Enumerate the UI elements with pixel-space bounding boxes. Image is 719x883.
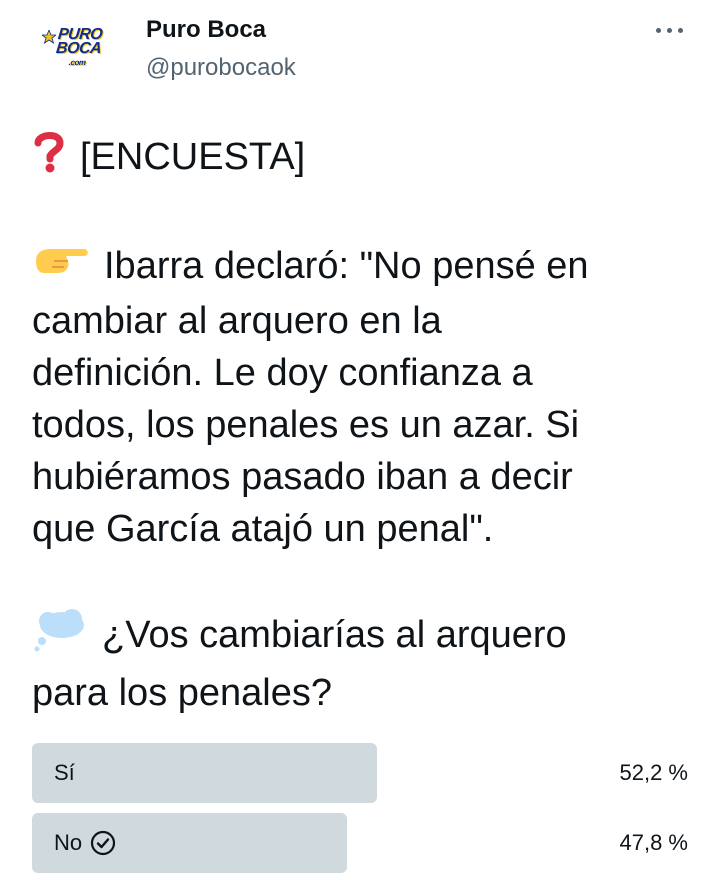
text-line: Ibarra declaró: "No pensé en [32, 240, 692, 295]
author-handle[interactable]: @purobocaok [146, 54, 296, 82]
more-options-icon[interactable] [649, 18, 689, 42]
text-line: hubiéramos pasado iban a decir [32, 455, 573, 498]
poll-option-label: Sí [54, 743, 75, 803]
poll-option-percent: 52,2 % [619, 760, 689, 785]
logo-line-2: BOCA [55, 40, 103, 57]
poll-option-label: No [54, 813, 116, 873]
text-line: [ENCUESTA] [32, 130, 692, 188]
backhand-index-pointing-right-icon [32, 241, 90, 295]
logo-line-3: .com [68, 58, 87, 67]
author-name[interactable]: Puro Boca [146, 16, 266, 44]
text-line: definición. Le doy confianza a [32, 351, 533, 394]
tweet-text: [ENCUESTA] Ibarra declaró: "No pensé en … [32, 130, 692, 719]
poll: Sí 52,2 % No 47,8 % [32, 743, 692, 883]
text-line-content: ¿Vos cambiarías al arquero [102, 614, 567, 656]
poll-option[interactable]: Sí 52,2 % [32, 743, 692, 803]
check-circle-icon [90, 830, 116, 856]
thought-balloon-icon [32, 607, 88, 667]
text-line: para los penales? [32, 671, 332, 714]
text-line-content: [ENCUESTA] [80, 136, 306, 179]
text-line: que García atajó un penal". [32, 507, 494, 550]
text-line: todos, los penales es un azar. Si [32, 403, 580, 446]
logo-star-icon [42, 30, 56, 44]
avatar-logo: PURO BOCA .com [54, 26, 104, 70]
poll-option-bar [32, 743, 377, 803]
tweet-header: PURO BOCA .com Puro Boca @purobocaok [0, 0, 719, 100]
poll-option-text: Sí [54, 760, 75, 785]
poll-option-text: No [54, 830, 83, 855]
poll-option[interactable]: No 47,8 % [32, 813, 692, 873]
avatar[interactable]: PURO BOCA .com [34, 18, 124, 80]
text-line: ¿Vos cambiarías al arquero [32, 607, 692, 667]
text-line-content: Ibarra declaró: "No pensé en [104, 245, 589, 287]
text-line: cambiar al arquero en la [32, 299, 442, 342]
red-question-mark-icon [32, 130, 66, 188]
poll-option-percent: 47,8 % [619, 830, 689, 855]
